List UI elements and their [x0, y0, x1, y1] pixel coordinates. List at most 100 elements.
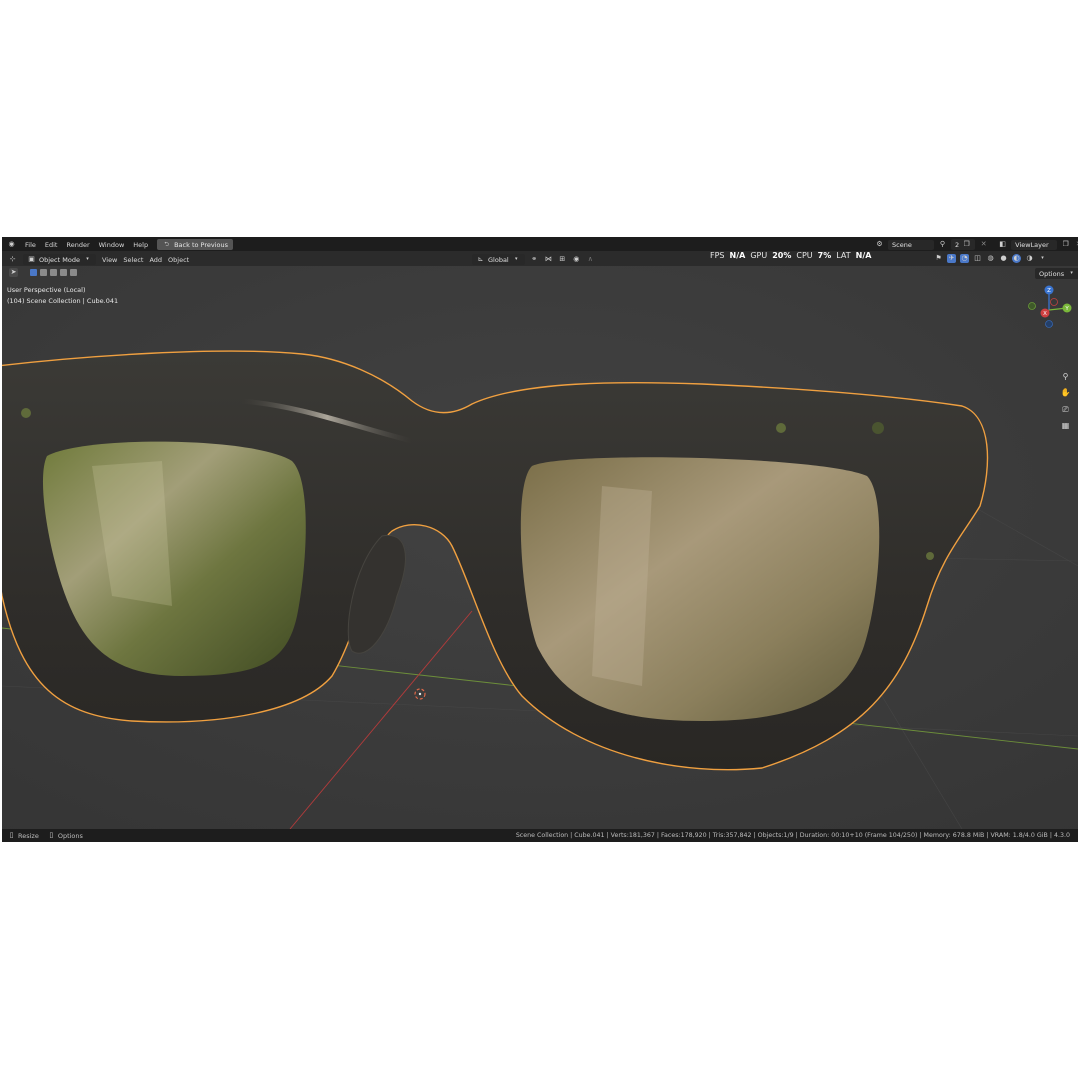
pin-icon[interactable]: ⚲: [938, 240, 947, 249]
rivet: [926, 552, 934, 560]
view-layer-icon[interactable]: ◧: [998, 240, 1007, 249]
gpu-label: GPU: [750, 251, 768, 260]
menu-window[interactable]: Window: [99, 241, 125, 249]
scene-count-label: 2: [955, 240, 960, 249]
perspective-toggle-icon[interactable]: ▦: [1059, 419, 1072, 432]
select-invert-icon[interactable]: [60, 269, 67, 276]
header-menu-select[interactable]: Select: [123, 256, 143, 264]
xray-toggle-icon[interactable]: ◫: [973, 254, 982, 263]
orientation-icon: ⊾: [477, 255, 484, 263]
solid-shading-icon[interactable]: ●: [999, 254, 1008, 263]
object-mode-icon: ▣: [28, 255, 35, 263]
falloff-icon[interactable]: ∧: [586, 255, 595, 264]
menu-help[interactable]: Help: [133, 241, 148, 249]
top-menu-bar: ◉ File Edit Render Window Help ⮌ Back to…: [2, 237, 1078, 251]
select-extend-icon[interactable]: [40, 269, 47, 276]
scene-icon[interactable]: ⚙: [875, 240, 884, 249]
viewport-header: ⊹ ▣ Object Mode ▾ View Select Add Object…: [2, 251, 1078, 266]
status-options: ▯ Options: [47, 831, 83, 840]
select-tool-icon[interactable]: ➤: [9, 268, 18, 277]
shading-options-icon[interactable]: ▾: [1038, 254, 1047, 263]
gizmo-y-label: Y: [1064, 306, 1069, 312]
status-bar: ▯ Resize ▯ Options Scene Collection | Cu…: [2, 829, 1078, 842]
fps-label: FPS: [710, 251, 725, 260]
material-shading-icon[interactable]: ◐: [1012, 254, 1021, 263]
proportional-editing-icon[interactable]: ◉: [572, 255, 581, 264]
lens-right-reflection: [592, 486, 652, 686]
lat-label: LAT: [836, 251, 851, 260]
blender-logo-icon[interactable]: ◉: [7, 240, 16, 249]
gizmo-graphic: Z Y X: [1028, 285, 1072, 328]
gizmo-neg-y[interactable]: [1028, 302, 1036, 310]
editor-type-icon[interactable]: ⊹: [8, 255, 17, 264]
viewport-scene: [2, 266, 1078, 829]
rendered-shading-icon[interactable]: ◑: [1025, 254, 1034, 263]
scene-selector[interactable]: Scene: [888, 239, 934, 250]
back-arrow-icon: ⮌: [164, 240, 169, 248]
tool-settings-bar: ➤ Options ▾: [2, 266, 1078, 280]
rivet: [21, 408, 31, 418]
chevron-down-icon: ▾: [86, 256, 89, 262]
collection-label: (104) Scene Collection | Cube.041: [7, 296, 119, 305]
gizmo-neg-z[interactable]: [1045, 320, 1053, 328]
scene-statistics: Scene Collection | Cube.041 | Verts:181,…: [515, 832, 1070, 839]
performance-stats: FPS N/A GPU 20% CPU 7% LAT N/A: [710, 251, 871, 260]
lat-value: N/A: [855, 251, 872, 260]
camera-view-icon[interactable]: ⎚: [1059, 403, 1072, 416]
new-view-layer-icon[interactable]: ❐: [1061, 240, 1070, 249]
mouse-right-icon: ▯: [49, 831, 54, 839]
back-to-previous-button[interactable]: ⮌ Back to Previous: [157, 239, 234, 250]
zoom-icon[interactable]: ⚲: [1059, 370, 1072, 383]
status-resize-label: Resize: [18, 831, 39, 840]
pivot-point-icon[interactable]: ⚭: [530, 255, 539, 264]
gizmo-z-label: Z: [1047, 288, 1051, 294]
options-label: Options: [1039, 269, 1065, 278]
overlay-toggle-icon[interactable]: ◔: [960, 254, 969, 263]
cpu-value: 7%: [817, 251, 832, 260]
blender-window: ◉ File Edit Render Window Help ⮌ Back to…: [2, 237, 1078, 842]
select-new-icon[interactable]: [30, 269, 37, 276]
chevron-down-icon: ▾: [1070, 270, 1073, 276]
snap-icon[interactable]: ⋈: [544, 255, 553, 264]
mode-selector[interactable]: ▣ Object Mode ▾: [23, 254, 96, 265]
header-menu-view[interactable]: View: [102, 256, 117, 264]
gizmo-neg-x[interactable]: [1050, 298, 1058, 306]
select-intersect-icon[interactable]: [70, 269, 77, 276]
copy-scene-icon: ❐: [963, 240, 970, 248]
mode-label: Object Mode: [39, 255, 80, 264]
mouse-left-icon: ▯: [9, 831, 14, 839]
transform-orientation-selector[interactable]: ⊾ Global ▾: [472, 254, 525, 265]
navigation-gizmo[interactable]: Z Y X: [1025, 284, 1075, 332]
delete-scene-icon[interactable]: ✕: [979, 240, 988, 249]
rivet: [872, 422, 884, 434]
header-menu-object[interactable]: Object: [168, 256, 189, 264]
select-subtract-icon[interactable]: [50, 269, 57, 276]
view-layer-selector[interactable]: ViewLayer: [1011, 239, 1058, 250]
header-menu-add[interactable]: Add: [149, 256, 162, 264]
pan-hand-icon[interactable]: ✋: [1059, 386, 1072, 399]
snap-target-icon[interactable]: ⊞: [558, 255, 567, 264]
back-to-previous-label: Back to Previous: [174, 240, 229, 249]
visibility-icon[interactable]: ⚑: [934, 254, 943, 263]
chevron-down-icon: ▾: [514, 256, 518, 262]
fps-value: N/A: [729, 251, 746, 260]
view-layer-name: ViewLayer: [1015, 240, 1049, 249]
orientation-label: Global: [488, 255, 509, 264]
status-resize: ▯ Resize: [7, 831, 39, 840]
lens-right: [520, 457, 880, 721]
menu-edit[interactable]: Edit: [45, 241, 58, 249]
scene-users-count[interactable]: 2 ❐: [951, 239, 976, 250]
menu-file[interactable]: File: [25, 241, 36, 249]
gpu-value: 20%: [772, 251, 792, 260]
menu-render[interactable]: Render: [66, 241, 89, 249]
options-dropdown[interactable]: Options ▾: [1035, 268, 1078, 279]
wireframe-shading-icon[interactable]: ◍: [986, 254, 995, 263]
gizmo-toggle-icon[interactable]: ✈: [947, 254, 956, 263]
gizmo-x-label: X: [1043, 311, 1047, 317]
status-options-label: Options: [57, 831, 83, 840]
viewport-info: User Perspective (Local) (104) Scene Col…: [7, 285, 118, 306]
remove-view-layer-icon[interactable]: ✕: [1074, 240, 1078, 249]
3d-viewport[interactable]: User Perspective (Local) (104) Scene Col…: [2, 266, 1078, 829]
perspective-label: User Perspective (Local): [7, 286, 86, 294]
cpu-label: CPU: [796, 251, 813, 260]
